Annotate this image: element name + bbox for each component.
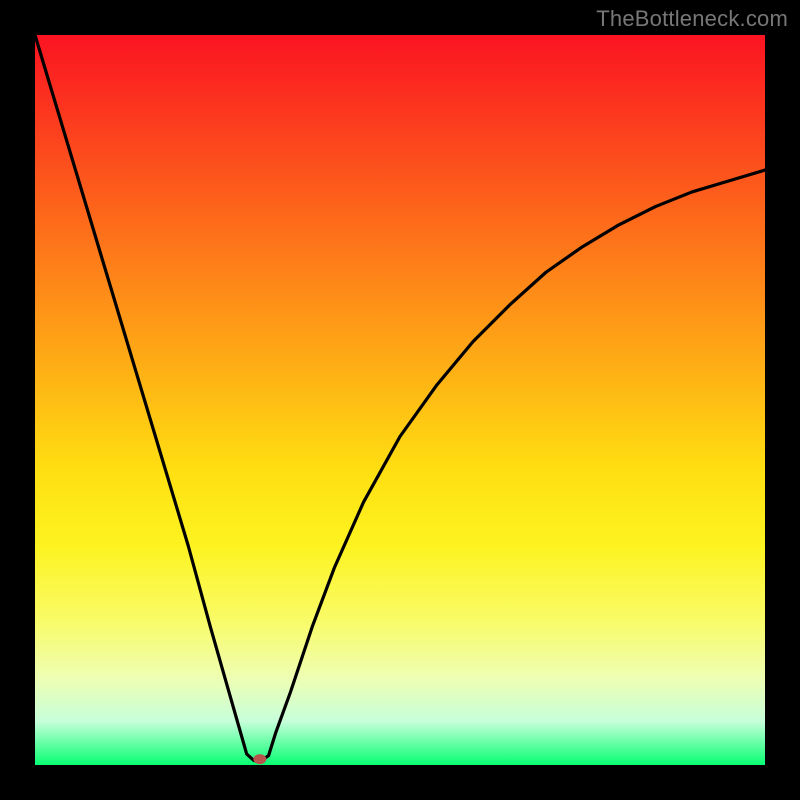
curve-line: [35, 35, 765, 761]
plot-area: [35, 35, 765, 765]
chart-svg: [35, 35, 765, 765]
watermark-text: TheBottleneck.com: [596, 6, 788, 32]
chart-frame: TheBottleneck.com: [0, 0, 800, 800]
min-marker: [253, 754, 266, 764]
